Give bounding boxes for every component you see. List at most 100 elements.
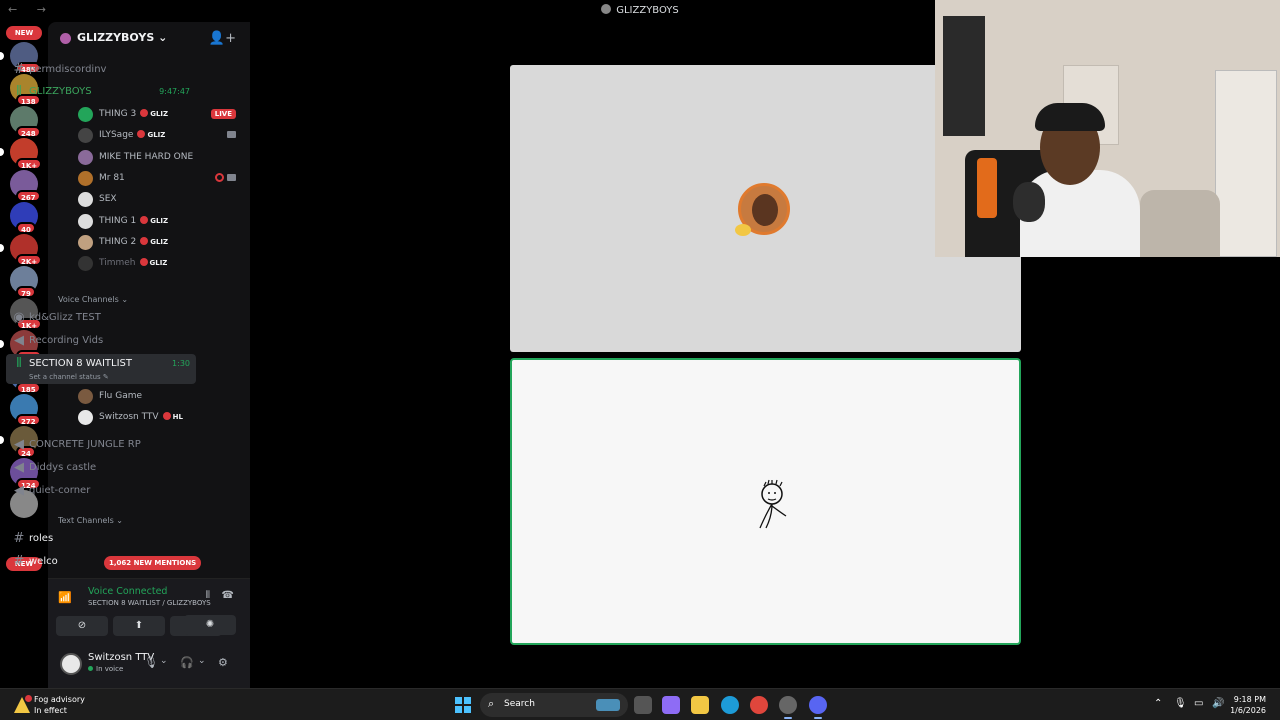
voice-channel-concrete-jungle-rp[interactable]: ◀ CONCRETE JUNGLE RP	[6, 435, 196, 456]
live-badge[interactable]: LIVE	[210, 109, 236, 119]
stage-icon: ◉	[13, 310, 25, 325]
mention-badge: 267	[16, 190, 41, 202]
voice-channel-quiet-corner[interactable]: ◀ quiet-corner	[6, 481, 196, 502]
windows-start-icon[interactable]	[455, 697, 471, 713]
voice-user[interactable]: THING 1 GLIZ	[78, 212, 244, 232]
voice-channel-glizzyboys[interactable]: ⫴ GLIZZYBOYS 9:47:47	[6, 82, 196, 103]
voice-user-name: SEX	[99, 194, 117, 205]
guild-name[interactable]: GLIZZYBOYS ⌄	[77, 31, 167, 44]
channel-label: Diddys castle	[29, 462, 97, 473]
speaker-icon: ◀	[14, 460, 24, 475]
voice-user-name: Timmeh GLIZ	[99, 258, 168, 269]
voice-connected-subtitle[interactable]: SECTION 8 WAITLIST / GLIZZYBOYS	[88, 599, 211, 607]
search-input[interactable]: ⌕ Search	[480, 693, 628, 717]
participant-tile-speaking[interactable]	[510, 358, 1021, 645]
new-mentions-pill[interactable]: 1,062 NEW MENTIONS	[104, 556, 202, 570]
volume-icon[interactable]: 🔊	[1212, 698, 1224, 709]
copilot-icon[interactable]	[662, 696, 680, 714]
voice-channel-recording-vids[interactable]: ◀ Recording Vids	[6, 331, 196, 352]
hashtag-icon: #	[13, 531, 25, 546]
microphone-icon[interactable]: 🎙	[144, 656, 158, 669]
screen-share-icon[interactable]: ⬆	[113, 616, 165, 636]
voice-user[interactable]: Mr 81	[78, 169, 244, 189]
edge-icon[interactable]	[721, 696, 739, 714]
window-title-text: GLIZZYBOYS	[616, 5, 679, 16]
channel-label: GLIZZYBOYS	[29, 86, 92, 97]
avatar	[78, 389, 93, 404]
voice-user-name: THING 3 GLIZ	[99, 109, 169, 119]
avatar	[78, 170, 93, 186]
camera-icon	[227, 173, 236, 181]
file-explorer-icon[interactable]	[691, 696, 709, 714]
voice-user-name: Mr 81	[99, 172, 125, 183]
voice-user[interactable]: Switzosn TTV HL	[78, 408, 244, 428]
channel-status-prompt[interactable]: Set a channel status ✎	[29, 373, 109, 381]
tiger-poster	[943, 16, 985, 136]
avatar	[78, 213, 93, 229]
mention-badge: 2K+	[16, 254, 43, 266]
voice-user[interactable]: THING 3 GLIZ LIVE	[78, 105, 244, 125]
voice-channel-section-8-waitlist[interactable]: ⫴ SECTION 8 WAITLIST 1:30 Set a channel …	[6, 354, 196, 384]
chevron-down-icon[interactable]: ⌄	[198, 656, 206, 666]
system-clock[interactable]: 9:18 PM 1/6/2026	[1230, 694, 1266, 716]
unread-pip	[0, 244, 4, 252]
voice-connected-title[interactable]: Voice Connected	[88, 586, 167, 597]
chrome-icon[interactable]	[750, 696, 768, 714]
settings-app-icon[interactable]	[779, 696, 797, 719]
voice-user-name: MIKE THE HARD ONE	[99, 151, 194, 162]
voice-user[interactable]: SEX	[78, 190, 244, 210]
channel-label: Recording Vids	[29, 335, 104, 346]
mention-badge: 272	[16, 414, 41, 426]
network-icon[interactable]: ▭	[1194, 698, 1203, 709]
clan-tag: GLIZ	[137, 130, 165, 139]
voice-user[interactable]: Timmeh GLIZ	[78, 254, 244, 274]
voice-user[interactable]: Flu Game	[78, 387, 244, 407]
noise-suppression-icon[interactable]: ⫴	[206, 590, 210, 601]
channel-label: CONCRETE JUNGLE RP	[29, 439, 141, 450]
disconnect-icon[interactable]: ☎	[222, 590, 234, 601]
camera-off-icon[interactable]: ⊘	[56, 616, 108, 636]
participant-avatar	[735, 183, 790, 236]
category-voice-channels[interactable]: Voice Channels ⌄	[58, 295, 128, 304]
chevron-up-icon[interactable]: ⌃	[1154, 698, 1162, 709]
chevron-down-icon[interactable]: ⌄	[160, 656, 168, 666]
clan-tag: HL	[162, 412, 183, 421]
channel-label: kd&Glizz TEST	[29, 312, 101, 323]
text-channel-roles[interactable]: # roles	[6, 529, 196, 550]
voice-wave-icon: ⫴	[16, 356, 22, 371]
mention-badge: 1K+	[16, 158, 43, 170]
voice-user-name: THING 1 GLIZ	[99, 215, 169, 226]
add-member-icon[interactable]: 👤+	[209, 31, 236, 46]
speaker-icon: ◀	[14, 483, 24, 498]
soundboard-icon[interactable]: ✺	[184, 615, 236, 635]
avatar	[78, 410, 93, 425]
voice-user[interactable]: THING 2 GLIZ	[78, 233, 244, 253]
headset-icon[interactable]: 🎧	[180, 656, 194, 669]
weather-alert-icon[interactable]	[12, 695, 32, 715]
microphone-tray-icon[interactable]: 🎙	[1174, 698, 1187, 709]
channel-permdiscordinv[interactable]: # permdiscordinv	[6, 60, 196, 81]
mention-badge: 79	[16, 286, 36, 298]
weather-widget[interactable]: Fog advisory In effect	[34, 694, 85, 716]
user-panel: Switzosn TTV In voice 🎙 ⌄ 🎧 ⌄ ⚙	[48, 642, 250, 688]
voice-channel-kd-glizz-test[interactable]: ◉ kd&Glizz TEST	[6, 308, 196, 329]
task-view-icon[interactable]	[634, 696, 652, 714]
voice-user[interactable]: ILYSage GLIZ	[78, 126, 244, 146]
signal-icon[interactable]: 📶	[58, 591, 72, 604]
gear-icon[interactable]: ⚙	[218, 656, 228, 669]
speaker-icon: ◀	[14, 333, 24, 348]
guild-header[interactable]: GLIZZYBOYS ⌄ 👤+	[48, 22, 250, 54]
clan-tag: GLIZ	[140, 109, 168, 118]
avatar	[78, 149, 93, 165]
voice-user[interactable]: MIKE THE HARD ONE	[78, 148, 244, 168]
new-unreads-pill[interactable]: NEW	[6, 26, 42, 40]
unread-pip	[0, 148, 4, 156]
discord-app-icon[interactable]	[809, 696, 827, 719]
voice-channel-diddys-castle[interactable]: ◀ Diddys castle	[6, 458, 196, 479]
voice-user-name: THING 2 GLIZ	[99, 236, 169, 247]
unread-pip	[0, 340, 4, 348]
avatar[interactable]	[60, 653, 82, 675]
duck-decoration	[735, 224, 751, 236]
channel-label: SECTION 8 WAITLIST	[29, 358, 132, 369]
category-text-channels[interactable]: Text Channels ⌄	[58, 516, 123, 525]
